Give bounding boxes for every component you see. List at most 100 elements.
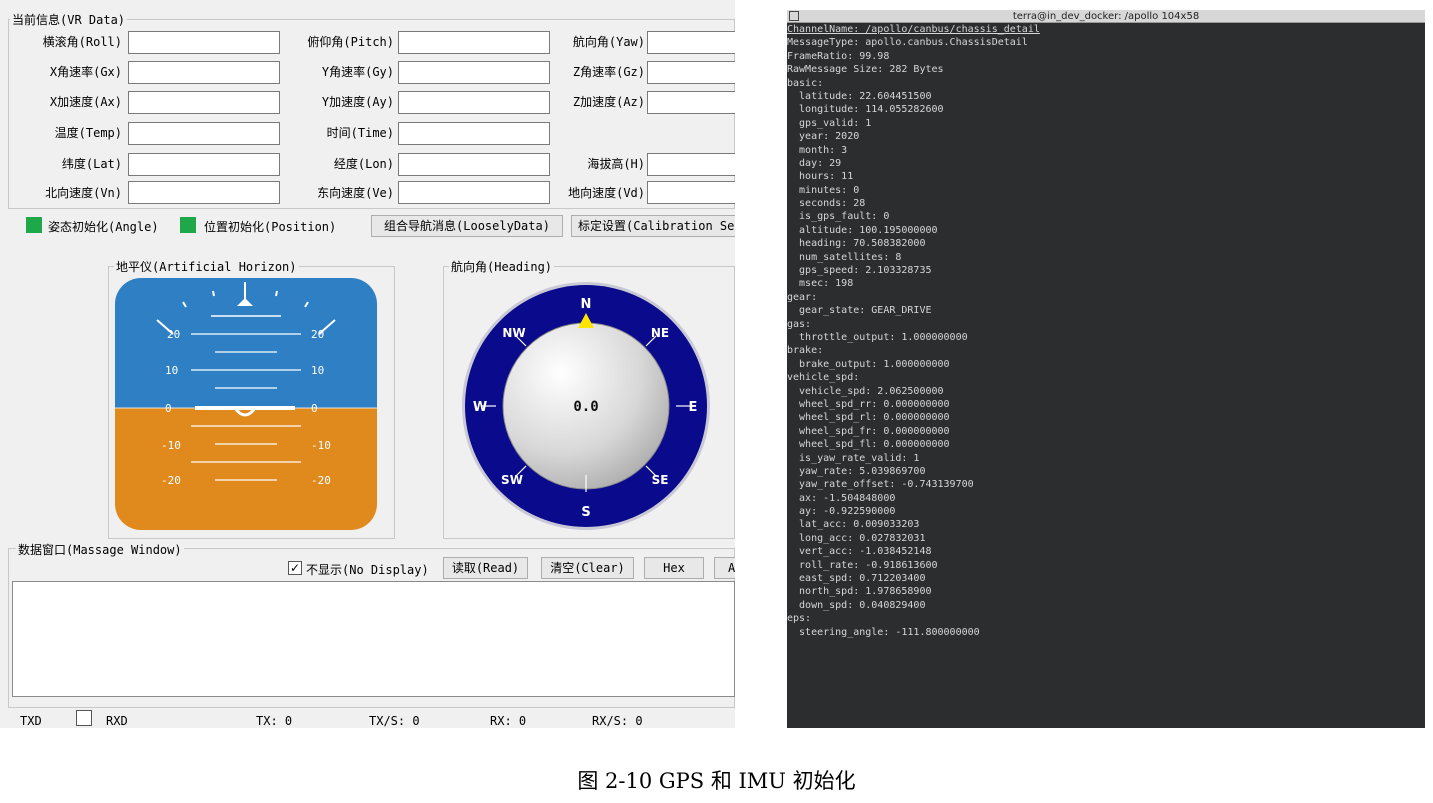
- vn-label: 北向速度(Vn): [45, 186, 122, 200]
- terminal-line: num_satellites: 8: [787, 251, 902, 263]
- pitch-label-0-right: 0: [311, 402, 318, 415]
- pitch-label: 俯仰角(Pitch): [307, 35, 394, 49]
- gx-field[interactable]: [128, 61, 280, 84]
- angle-init-indicator: [26, 217, 42, 233]
- pitch-field[interactable]: [398, 31, 550, 54]
- lon-field[interactable]: [398, 153, 550, 176]
- terminal-line: MessageType: apollo.canbus.ChassisDetail: [787, 37, 1028, 49]
- tx-count: TX: 0: [256, 714, 293, 728]
- terminal-line: gas:: [787, 318, 812, 330]
- terminal-line: RawMessage Size: 282 Bytes: [787, 64, 944, 76]
- pitch-label-m10-left: -10: [161, 439, 181, 452]
- compass-e: E: [689, 400, 698, 415]
- compass-sw: SW: [501, 473, 523, 487]
- terminal-line: ChannelName: /apollo/canbus/chassis_deta…: [787, 24, 1040, 35]
- terminal-line: longitude: 114.055282600: [787, 104, 944, 116]
- time-label: 时间(Time): [326, 126, 394, 140]
- ay-field[interactable]: [398, 91, 550, 114]
- lat-label: 纬度(Lat): [61, 157, 122, 171]
- terminal-line: wheel_spd_rr: 0.000000000: [787, 398, 950, 410]
- compass-w: W: [473, 400, 487, 415]
- vd-label: 地向速度(Vd): [568, 186, 645, 200]
- read-button[interactable]: 读取(Read): [443, 557, 528, 579]
- time-field[interactable]: [398, 122, 550, 145]
- no-display-checkbox[interactable]: ✓: [288, 561, 302, 575]
- terminal-line: heading: 70.508382000: [787, 238, 926, 250]
- vd-field[interactable]: [647, 181, 735, 204]
- heading-group-title: 航向角(Heading): [449, 258, 555, 275]
- pitch-label-20-right: 20: [311, 328, 324, 341]
- terminal-line: wheel_spd_rl: 0.000000000: [787, 412, 950, 424]
- terminal-line: ax: -1.504848000: [787, 492, 896, 504]
- terminal-line: roll_rate: -0.918613600: [787, 559, 938, 571]
- pitch-label-0-left: 0: [165, 402, 172, 415]
- gz-field[interactable]: [647, 61, 735, 84]
- terminal-line: is_gps_fault: 0: [787, 211, 890, 223]
- compass-s: S: [581, 505, 590, 520]
- temp-field[interactable]: [128, 122, 280, 145]
- terminal-line: day: 29: [787, 157, 842, 169]
- terminal-line: vehicle_spd:: [787, 372, 860, 384]
- terminal-line: wheel_spd_fl: 0.000000000: [787, 439, 950, 451]
- a-button[interactable]: A: [714, 557, 735, 579]
- loosely-data-button[interactable]: 组合导航消息(LooselyData): [371, 215, 563, 237]
- horizon-group-title: 地平仪(Artificial Horizon): [114, 258, 299, 275]
- tx-per-second: TX/S: 0: [369, 714, 420, 728]
- terminal-line: hours: 11: [787, 171, 854, 183]
- terminal-line: gear:: [787, 291, 818, 303]
- terminal-output: ChannelName: /apollo/canbus/chassis_deta…: [787, 23, 1425, 639]
- terminal-line: altitude: 100.195000000: [787, 224, 938, 236]
- terminal-line: msec: 198: [787, 278, 854, 290]
- terminal-line: FrameRatio: 99.98: [787, 50, 890, 62]
- altitude-field[interactable]: [647, 153, 735, 176]
- heading-value: 0.0: [573, 399, 598, 415]
- txd-rxd-checkbox[interactable]: [76, 710, 92, 726]
- gz-label: Z角速率(Gz): [572, 65, 645, 79]
- terminal-line: brake:: [787, 345, 824, 357]
- terminal-line: seconds: 28: [787, 198, 866, 210]
- inertial-nav-tool-window: 当前信息(VR Data) 横滚角(Roll) 俯仰角(Pitch) 航向角(Y…: [0, 0, 735, 728]
- rx-per-second: RX/S: 0: [592, 714, 643, 728]
- ax-field[interactable]: [128, 91, 280, 114]
- pitch-label-10-right: 10: [311, 364, 324, 377]
- position-init-label: 位置初始化(Position): [204, 220, 337, 234]
- terminal-line: steering_angle: -111.800000000: [787, 626, 980, 638]
- terminal-line: yaw_rate_offset: -0.743139700: [787, 479, 974, 491]
- terminal-line: is_yaw_rate_valid: 1: [787, 452, 920, 464]
- terminal-line: gps_valid: 1: [787, 117, 872, 129]
- yaw-label: 航向角(Yaw): [572, 35, 645, 49]
- vr-data-group-title: 当前信息(VR Data): [10, 11, 128, 28]
- terminal-line: month: 3: [787, 144, 848, 156]
- roll-field[interactable]: [128, 31, 280, 54]
- terminal-title-bar[interactable]: terra@in_dev_docker: /apollo 104x58: [787, 10, 1425, 23]
- yaw-field[interactable]: [647, 31, 735, 54]
- compass-nw: NW: [502, 326, 525, 340]
- terminal-line: basic:: [787, 77, 824, 89]
- position-init-indicator: [180, 217, 196, 233]
- ve-field[interactable]: [398, 181, 550, 204]
- message-text-area[interactable]: [12, 581, 735, 697]
- txd-label: TXD: [20, 714, 42, 728]
- terminal-window: terra@in_dev_docker: /apollo 104x58 Chan…: [787, 10, 1425, 728]
- terminal-line: gear_state: GEAR_DRIVE: [787, 305, 932, 317]
- vn-field[interactable]: [128, 181, 280, 204]
- pitch-label-m20-right: -20: [311, 474, 331, 487]
- no-display-label: 不显示(No Display): [306, 563, 429, 577]
- hex-button[interactable]: Hex: [644, 557, 704, 579]
- calibration-settings-button[interactable]: 标定设置(Calibration Se: [571, 215, 735, 237]
- compass-se: SE: [652, 473, 669, 487]
- terminal-line: yaw_rate: 5.039869700: [787, 465, 926, 477]
- terminal-line: north_spd: 1.978658900: [787, 586, 932, 598]
- lat-field[interactable]: [128, 153, 280, 176]
- pitch-label-m10-right: -10: [311, 439, 331, 452]
- pitch-label-10-left: 10: [165, 364, 178, 377]
- az-field[interactable]: [647, 91, 735, 114]
- altitude-label: 海拔高(H): [587, 157, 645, 171]
- gy-field[interactable]: [398, 61, 550, 84]
- terminal-line: year: 2020: [787, 131, 860, 143]
- terminal-line: vert_acc: -1.038452148: [787, 546, 932, 558]
- clear-button[interactable]: 清空(Clear): [541, 557, 634, 579]
- terminal-line: gps_speed: 2.103328735: [787, 265, 932, 277]
- terminal-line: minutes: 0: [787, 184, 860, 196]
- ve-label: 东向速度(Ve): [317, 186, 394, 200]
